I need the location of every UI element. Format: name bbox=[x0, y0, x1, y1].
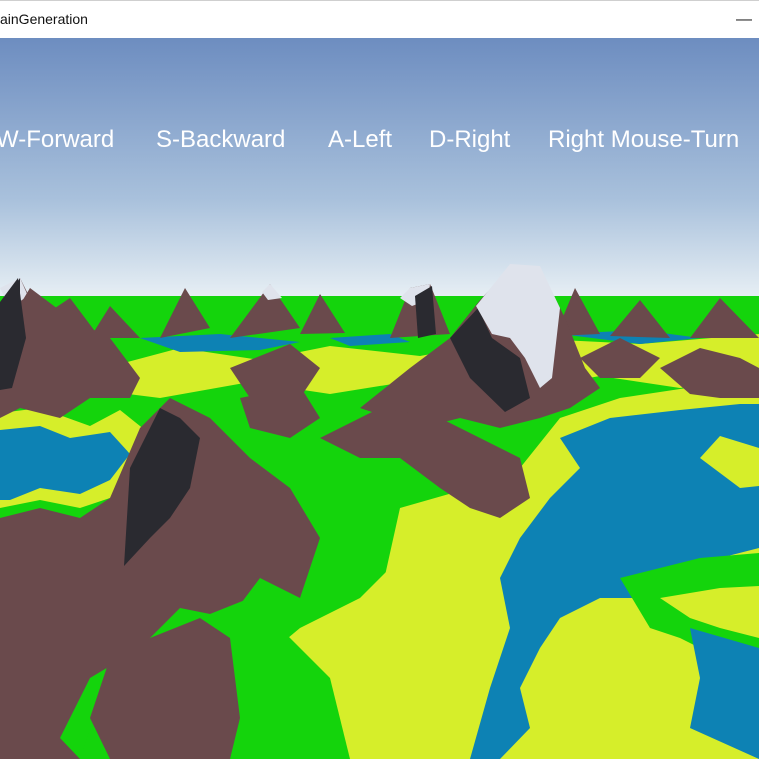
window-title: ainGeneration bbox=[0, 11, 88, 27]
game-viewport[interactable]: W-Forward S-Backward A-Left D-Right Righ… bbox=[0, 38, 759, 759]
controls-hud: W-Forward S-Backward A-Left D-Right Righ… bbox=[0, 126, 759, 166]
control-left: A-Left bbox=[328, 126, 393, 153]
sky bbox=[0, 38, 759, 308]
control-turn: Right Mouse-Turn bbox=[548, 126, 740, 153]
minimize-button[interactable]: — bbox=[724, 1, 759, 38]
control-backward: S-Backward bbox=[156, 126, 286, 153]
minimize-icon: — bbox=[736, 10, 752, 28]
window-titlebar[interactable]: ainGeneration — bbox=[0, 0, 759, 38]
control-right: D-Right bbox=[429, 126, 511, 153]
control-forward: W-Forward bbox=[0, 126, 115, 153]
